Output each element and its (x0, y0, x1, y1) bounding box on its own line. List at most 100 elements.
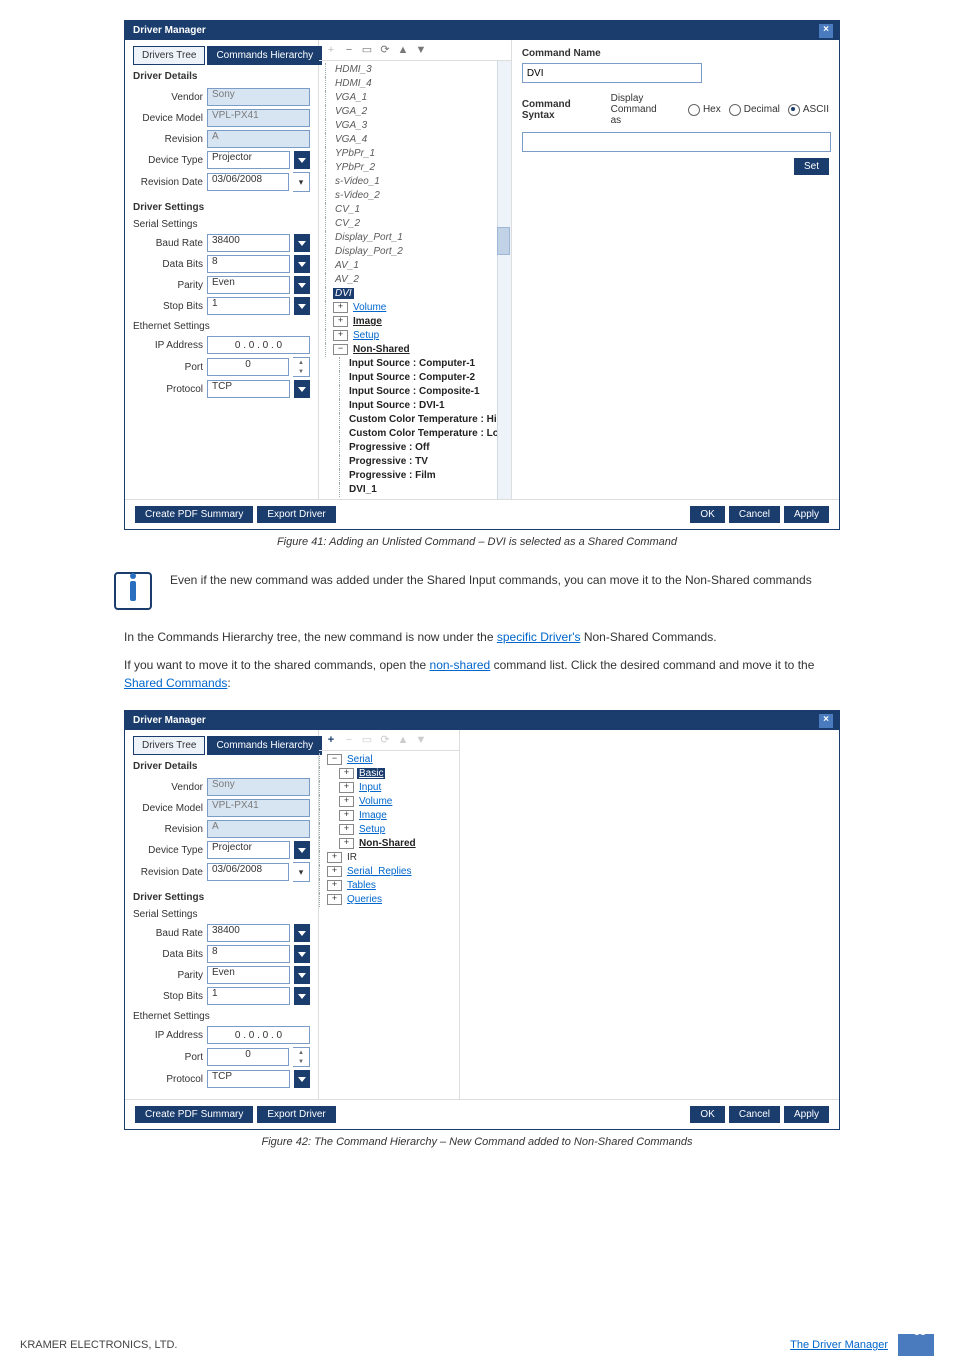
specific-driver-link[interactable]: specific Driver's (497, 630, 581, 644)
close-icon[interactable]: × (819, 714, 833, 728)
expand-icon[interactable]: + (339, 796, 354, 807)
cancel-button[interactable]: Cancel (729, 506, 780, 523)
tab-drivers-tree[interactable]: Drivers Tree (133, 736, 205, 755)
move-up-icon[interactable]: ▲ (397, 44, 409, 56)
cancel-button[interactable]: Cancel (729, 1106, 780, 1123)
expand-icon[interactable]: + (327, 852, 342, 863)
plus-icon[interactable]: + (325, 44, 337, 56)
expand-icon[interactable]: + (333, 330, 348, 341)
tree-item[interactable]: +Input (327, 781, 459, 795)
tree-item[interactable]: +Non-Shared (327, 837, 459, 851)
protocol-select[interactable]: TCP (207, 380, 290, 398)
apply-button[interactable]: Apply (784, 1106, 829, 1123)
revision-date-field[interactable]: 03/06/2008 (207, 173, 289, 191)
expand-icon[interactable]: − (333, 344, 348, 355)
create-pdf-button[interactable]: Create PDF Summary (135, 506, 253, 523)
tree-item[interactable]: Display_Port_2 (333, 245, 511, 259)
expand-icon[interactable]: + (339, 810, 354, 821)
baud-select[interactable]: 38400 (207, 234, 290, 252)
chevron-down-icon[interactable] (294, 234, 310, 252)
chevron-down-icon[interactable] (294, 276, 310, 294)
expand-icon[interactable]: + (327, 894, 342, 905)
command-tree-2[interactable]: −Serial+Basic+Input+Volume+Image+Setup+N… (319, 751, 459, 1099)
expand-icon[interactable]: − (327, 754, 342, 765)
set-button[interactable]: Set (794, 158, 829, 175)
chevron-down-icon[interactable] (294, 1070, 310, 1088)
tree-item[interactable]: DVI (333, 287, 511, 301)
tree-item[interactable]: AV_2 (333, 273, 511, 287)
minus-icon[interactable]: − (343, 44, 355, 56)
calendar-icon[interactable]: ▾ (293, 172, 310, 192)
tree-item[interactable]: Progressive : TV (347, 455, 511, 469)
ok-button[interactable]: OK (690, 1106, 724, 1123)
tree-item[interactable]: +Setup (327, 823, 459, 837)
move-down-icon[interactable]: ▼ (415, 734, 427, 746)
port-field[interactable]: 0 (207, 1048, 289, 1066)
tree-group[interactable]: +Image (333, 315, 511, 329)
tab-commands-hierarchy[interactable]: Commands Hierarchy (207, 46, 322, 65)
tree-group[interactable]: +Volume (333, 301, 511, 315)
tree-item[interactable]: AV_1 (333, 259, 511, 273)
tree-item[interactable]: s-Video_1 (333, 175, 511, 189)
baud-select[interactable]: 38400 (207, 924, 290, 942)
port-spinner[interactable]: ▲▼ (293, 357, 310, 377)
tree-item[interactable]: +Volume (327, 795, 459, 809)
tree-item[interactable]: VGA_3 (333, 119, 511, 133)
model-field[interactable]: VPL-PX41 (207, 109, 310, 127)
refresh-icon[interactable]: ⟳ (379, 44, 391, 56)
tree-item[interactable]: DVI_1 (347, 483, 511, 497)
tree-item[interactable]: YPbPr_1 (333, 147, 511, 161)
protocol-select[interactable]: TCP (207, 1070, 290, 1088)
tree-item[interactable]: Input Source : Computer-1 (347, 357, 511, 371)
expand-icon[interactable]: + (339, 824, 354, 835)
non-shared-link[interactable]: non-shared (430, 658, 491, 672)
command-syntax-input[interactable] (522, 132, 831, 152)
tree-item[interactable]: Progressive : Off (347, 441, 511, 455)
refresh-icon[interactable]: ⟳ (379, 734, 391, 746)
radio-hex[interactable]: Hex (688, 104, 721, 116)
tab-drivers-tree[interactable]: Drivers Tree (133, 46, 205, 65)
tree-item[interactable]: Progressive : Film (347, 469, 511, 483)
chevron-down-icon[interactable] (294, 987, 310, 1005)
plus-icon[interactable]: + (325, 734, 337, 746)
tree-item[interactable]: +Basic (327, 767, 459, 781)
move-up-icon[interactable]: ▲ (397, 734, 409, 746)
tree-item[interactable]: Custom Color Temperature : High (347, 413, 511, 427)
revision-field[interactable]: A (207, 130, 310, 148)
delete-icon[interactable]: ▭ (361, 734, 373, 746)
stopbits-select[interactable]: 1 (207, 297, 290, 315)
tree-group[interactable]: −Non-Shared (333, 343, 511, 357)
tree-item[interactable]: CV_1 (333, 203, 511, 217)
tree-item[interactable]: VGA_2 (333, 105, 511, 119)
chevron-down-icon[interactable] (294, 966, 310, 984)
radio-decimal[interactable]: Decimal (729, 104, 780, 116)
device-type-select[interactable]: Projector (207, 151, 290, 169)
export-driver-button[interactable]: Export Driver (257, 506, 335, 523)
tree-item[interactable]: +IR (327, 851, 459, 865)
tree-item[interactable]: s-Video_2 (333, 189, 511, 203)
tree-item[interactable]: +Queries (327, 893, 459, 907)
footer-right-link[interactable]: The Driver Manager (790, 1339, 888, 1351)
expand-icon[interactable]: + (339, 838, 354, 849)
ip-field[interactable]: 0 . 0 . 0 . 0 (207, 1026, 310, 1044)
stopbits-select[interactable]: 1 (207, 987, 290, 1005)
export-driver-button[interactable]: Export Driver (257, 1106, 335, 1123)
tree-item[interactable]: Input Source : Composite-1 (347, 385, 511, 399)
parity-select[interactable]: Even (207, 276, 290, 294)
tree-item[interactable]: Input Source : DVI-1 (347, 399, 511, 413)
device-type-select[interactable]: Projector (207, 841, 290, 859)
chevron-down-icon[interactable] (294, 841, 310, 859)
window-titlebar[interactable]: Driver Manager × (125, 21, 839, 40)
minus-icon[interactable]: − (343, 734, 355, 746)
command-name-input[interactable] (522, 63, 702, 83)
close-icon[interactable]: × (819, 24, 833, 38)
expand-icon[interactable]: + (327, 880, 342, 891)
shared-commands-link[interactable]: Shared Commands (124, 676, 227, 690)
tree-item[interactable]: VGA_4 (333, 133, 511, 147)
tree-item[interactable]: Input Source : Computer-2 (347, 371, 511, 385)
chevron-down-icon[interactable] (294, 945, 310, 963)
chevron-down-icon[interactable] (294, 380, 310, 398)
databits-select[interactable]: 8 (207, 945, 290, 963)
expand-icon[interactable]: + (339, 782, 354, 793)
vendor-field[interactable]: Sony (207, 778, 310, 796)
